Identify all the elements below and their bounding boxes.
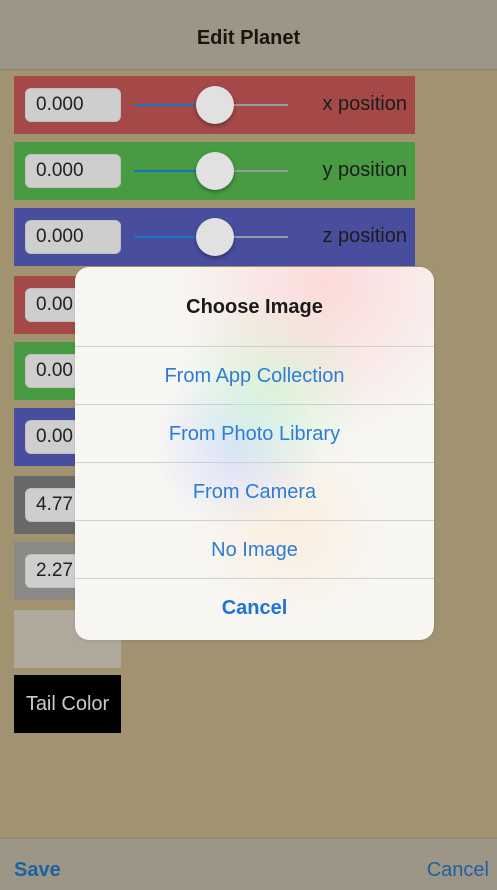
no-image-button[interactable]: No Image: [75, 521, 434, 579]
action-sheet-title: Choose Image: [75, 267, 434, 347]
from-camera-button[interactable]: From Camera: [75, 463, 434, 521]
from-photo-library-button[interactable]: From Photo Library: [75, 405, 434, 463]
from-app-collection-button[interactable]: From App Collection: [75, 347, 434, 405]
choose-image-action-sheet: Choose Image From App Collection From Ph…: [75, 267, 434, 640]
action-sheet-cancel-button[interactable]: Cancel: [75, 579, 434, 637]
